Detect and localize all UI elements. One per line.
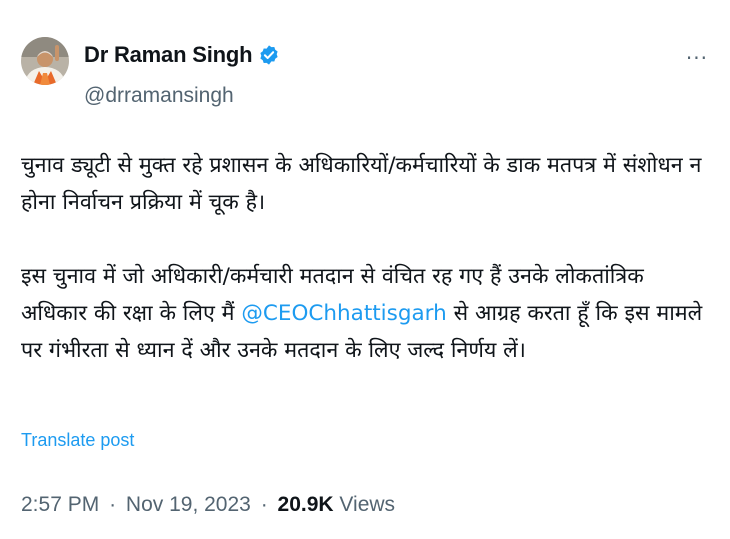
avatar[interactable] xyxy=(21,37,69,85)
more-options-icon[interactable]: ··· xyxy=(686,46,708,70)
post-date[interactable]: Nov 19, 2023 xyxy=(126,493,251,516)
author-row: Dr Raman Singh xyxy=(84,42,280,68)
post-paragraph-2: इस चुनाव में जो अधिकारी/कर्मचारी मतदान स… xyxy=(21,258,711,369)
mention-link[interactable]: @CEOChhattisgarh xyxy=(241,301,446,326)
verified-badge-icon xyxy=(260,45,278,65)
post-meta: 2:57 PM · Nov 19, 2023 · 20.9K Views xyxy=(21,493,395,517)
post-text: चुनाव ड्यूटी से मुक्त रहे प्रशासन के अधि… xyxy=(21,147,711,369)
views-count[interactable]: 20.9K xyxy=(278,493,334,516)
avatar-image xyxy=(21,37,69,85)
meta-separator: · xyxy=(260,493,268,516)
meta-separator: · xyxy=(109,493,117,516)
translate-post-link[interactable]: Translate post xyxy=(21,430,134,451)
post-card: Dr Raman Singh @drramansingh ··· चुनाव ड… xyxy=(0,0,730,539)
post-time[interactable]: 2:57 PM xyxy=(21,493,99,516)
post-paragraph-1: चुनाव ड्यूटी से मुक्त रहे प्रशासन के अधि… xyxy=(21,153,702,215)
views-label: Views xyxy=(339,493,396,516)
author-name[interactable]: Dr Raman Singh xyxy=(84,42,253,68)
author-handle[interactable]: @drramansingh xyxy=(84,84,234,108)
